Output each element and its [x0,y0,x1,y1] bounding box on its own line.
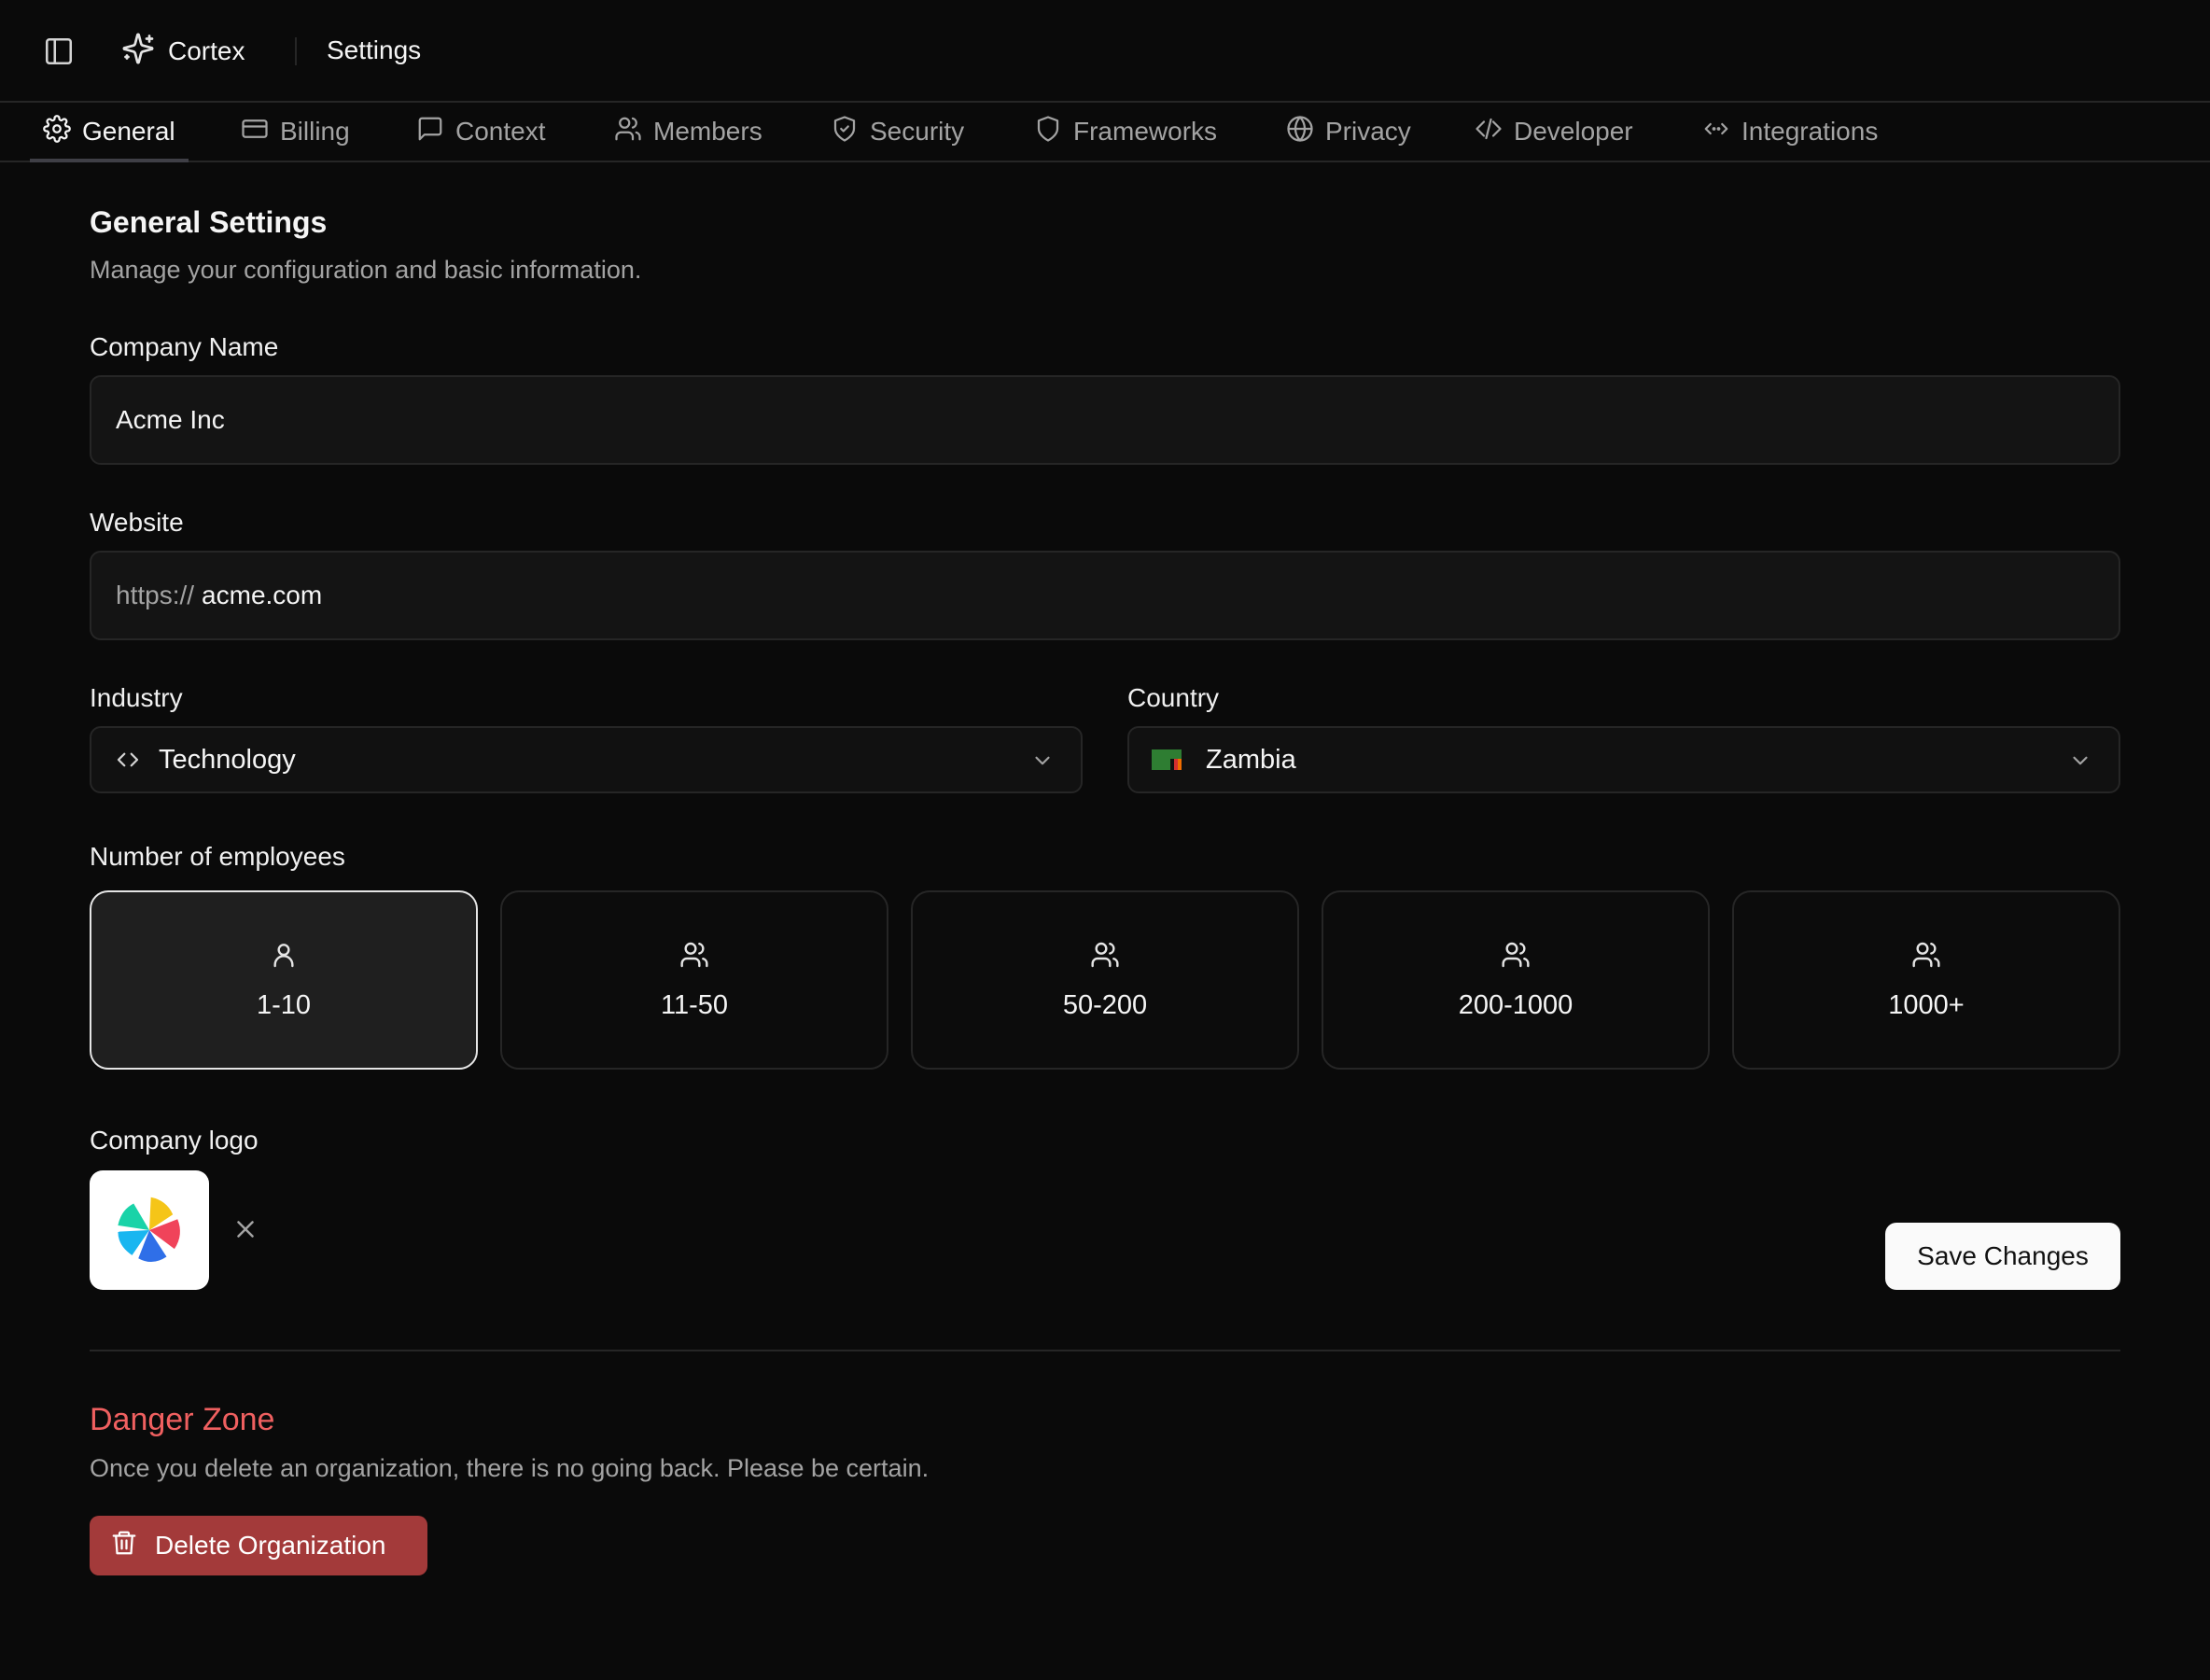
employee-option-1-10[interactable]: 1-10 [90,890,478,1070]
tab-label: Privacy [1325,117,1411,146]
company-logo-label: Company logo [90,1126,259,1155]
country-select[interactable]: Zambia [1127,726,2120,793]
zambia-flag-icon [1152,746,1183,774]
company-name-input[interactable]: Acme Inc [90,375,2120,465]
users-icon [1090,940,1120,977]
chevron-down-icon [2068,749,2092,773]
tab-frameworks[interactable]: Frameworks [1034,103,1217,161]
website-prefix: https:// [116,581,195,609]
code-icon [1475,115,1503,149]
industry-label: Industry [90,683,183,712]
employee-option-label: 50-200 [1062,989,1148,1020]
tab-integrations[interactable]: Integrations [1702,103,1878,161]
employee-option-label: 1000+ [1888,989,1965,1020]
company-name-value: Acme Inc [116,405,225,434]
tab-security[interactable]: Security [831,103,964,161]
employee-option-11-50[interactable]: 11-50 [500,890,888,1070]
employee-option-1000-plus[interactable]: 1000+ [1732,890,2120,1070]
shield-icon [1034,115,1062,149]
tab-label: Developer [1514,117,1633,146]
employee-option-50-200[interactable]: 50-200 [911,890,1299,1070]
tab-label: Context [455,117,546,146]
tab-label: Members [653,117,762,146]
page-title: Settings [327,35,422,64]
tab-privacy[interactable]: Privacy [1286,103,1411,161]
tab-label: General [82,117,175,146]
delete-organization-label: Delete Organization [155,1531,386,1560]
tab-developer[interactable]: Developer [1475,103,1633,161]
shield-check-icon [831,115,859,149]
employees-label: Number of employees [90,842,345,871]
danger-zone-subtitle: Once you delete an organization, there i… [90,1454,930,1482]
section-title: General Settings [90,205,328,239]
tab-label: Billing [280,117,350,146]
tab-general[interactable]: General [30,103,189,162]
website-input[interactable]: https:// acme.com [90,551,2120,640]
danger-zone-title: Danger Zone [90,1402,275,1437]
country-value: Zambia [1206,744,1296,775]
employee-option-200-1000[interactable]: 200-1000 [1322,890,1710,1070]
settings-tabs: General Billing Context Members Security… [0,103,2210,162]
employee-option-label: 1-10 [256,989,312,1020]
users-icon [679,940,709,977]
remove-logo-icon[interactable] [231,1215,259,1243]
chevron-down-icon [1030,749,1055,773]
tab-context[interactable]: Context [416,103,546,161]
users-icon [1911,940,1941,977]
country-label: Country [1127,683,1220,712]
sparkles-icon [121,32,155,70]
code-xml-icon [1702,115,1730,149]
brand-name: Cortex [168,35,245,65]
user-icon [269,940,299,977]
section-subtitle: Manage your configuration and basic info… [90,256,642,284]
sidebar-toggle-icon[interactable] [43,35,75,67]
company-name-label: Company Name [90,332,279,361]
employee-option-label: 11-50 [660,989,729,1020]
section-divider [90,1350,2120,1351]
industry-value: Technology [159,744,296,775]
code-brackets-icon [114,746,146,774]
top-bar: Cortex Settings [0,0,2210,103]
gear-icon [43,114,71,149]
tab-label: Frameworks [1073,117,1218,146]
website-value: acme.com [202,581,323,609]
employee-option-label: 200-1000 [1458,989,1574,1020]
users-icon [614,115,642,149]
company-logo[interactable] [90,1170,209,1290]
tab-label: Integrations [1741,117,1879,146]
brand[interactable]: Cortex [121,32,245,70]
save-changes-button[interactable]: Save Changes [1885,1223,2120,1290]
tab-label: Security [870,117,965,146]
users-icon [1501,940,1531,977]
delete-organization-button[interactable]: Delete Organization [90,1516,427,1575]
credit-card-icon [241,115,269,149]
globe-lock-icon [1286,115,1314,149]
message-square-icon [416,115,444,149]
website-label: Website [90,508,184,537]
industry-select[interactable]: Technology [90,726,1083,793]
trash-icon [110,1529,138,1563]
pinwheel-logo-icon [118,1197,180,1263]
topbar-separator [295,37,297,65]
tab-billing[interactable]: Billing [241,103,350,161]
tab-members[interactable]: Members [614,103,762,161]
